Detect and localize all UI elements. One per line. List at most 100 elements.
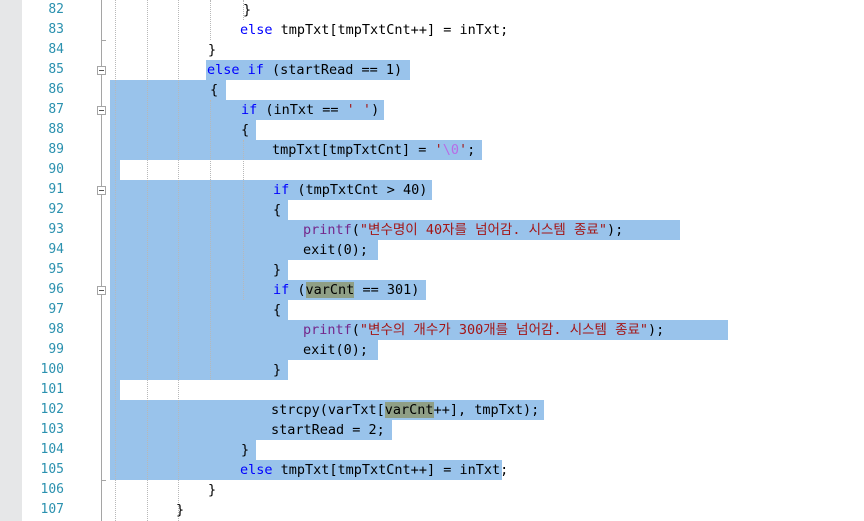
code-token: } [208,482,217,498]
line-number: 86 [48,82,64,97]
indent-guide [147,0,148,521]
code-token: ); [606,222,624,238]
line-number: 106 [40,482,64,497]
keyword-token: else [240,22,273,38]
line-number: 85 [48,62,64,77]
collapse-icon-87[interactable] [97,106,106,115]
line-number: 92 [48,202,64,217]
line-number: 99 [48,342,64,357]
keyword-token: else [240,462,273,478]
code-token: } [273,262,282,278]
code-line[interactable]: if (tmpTxtCnt > 40) [273,180,427,200]
code-line[interactable]: } [273,260,281,280]
keyword-token: if [273,182,290,198]
code-line[interactable]: { [273,200,281,220]
code-line[interactable]: tmpTxt[tmpTxtCnt] = '\0'; [272,140,475,160]
line-number: 95 [48,262,64,277]
code-line[interactable]: startRead = 2; [271,420,385,440]
code-token: exit(0); [303,242,369,258]
code-line[interactable]: { [241,120,249,140]
code-line[interactable]: } [241,440,249,460]
code-token: (tmpTxtCnt > 40) [289,182,428,198]
code-line[interactable]: } [273,360,281,380]
code-token: strcpy(varTxt[ [271,402,385,418]
code-token: } [241,442,250,458]
code-line[interactable]: exit(0); [303,340,368,360]
outline-line [101,195,102,286]
string-token: ' [434,142,443,158]
code-token: ); [648,322,665,338]
code-line[interactable]: { [273,300,281,320]
line-number: 90 [48,162,64,177]
outline-line [101,115,102,186]
code-line[interactable]: exit(0); [303,240,368,260]
outline-end-mark [101,480,106,481]
code-token: } [273,362,282,378]
editor-margin [0,0,22,521]
selection-highlight [110,260,288,280]
keyword-token: if [247,62,264,78]
code-token: ( [351,322,360,338]
selection-highlight [110,120,256,140]
code-token: ; [467,142,476,158]
code-token: tmpTxt[tmpTxtCnt++] = inTxt; [272,22,509,38]
indent-guide [210,0,211,40]
string-token: "변수명이 40자를 넘어감. 시스템 종료" [359,222,607,238]
indent-guide [210,100,211,380]
collapse-icon-85[interactable] [97,66,106,75]
highlighted-reference: varCnt [305,282,355,298]
code-token: (inTxt == [257,102,347,118]
line-number: 96 [48,282,64,297]
code-token: } [176,502,185,518]
line-number: 91 [48,182,64,197]
selection-highlight [110,200,288,220]
line-number: 84 [48,42,64,57]
code-line[interactable]: } [208,480,216,500]
selection-highlight [110,360,288,380]
code-line[interactable]: } [208,40,216,60]
line-number: 107 [40,502,64,517]
keyword-token: if [273,282,290,298]
code-token: ( [289,282,306,298]
code-token: (startRead == 1) [263,62,403,78]
line-number: 98 [48,322,64,337]
code-line[interactable]: else tmpTxt[tmpTxtCnt++] = inTxt; [240,20,508,40]
code-line[interactable]: } [176,500,184,520]
line-number: 83 [48,22,64,37]
code-line[interactable]: { [210,80,218,100]
indent-guide [243,140,244,300]
code-token: startRead = 2; [271,422,385,438]
code-line[interactable]: else tmpTxt[tmpTxtCnt++] = inTxt; [240,460,508,480]
line-number: 100 [40,362,64,377]
code-line[interactable]: strcpy(varTxt[varCnt++], tmpTxt); [271,400,539,420]
line-number: 87 [48,102,64,117]
code-line[interactable]: else if (startRead == 1) [207,60,402,80]
selection-highlight [110,440,256,460]
indent-guide [178,0,179,521]
string-token: ' ' [346,102,372,118]
string-token: "변수의 개수가 300개를 넘어감. 시스템 종료" [359,322,649,338]
code-token: { [210,82,219,98]
keyword-token: else [207,62,240,78]
line-number: 103 [40,422,64,437]
function-token: printf [303,222,352,238]
code-token: == 301) [354,282,420,298]
selection-highlight [110,300,288,320]
code-line[interactable]: if (inTxt == ' ') [241,100,379,120]
code-line[interactable]: printf("변수의 개수가 300개를 넘어감. 시스템 종료"); [303,320,664,340]
code-token: } [243,2,252,18]
line-number: 93 [48,222,64,237]
code-line[interactable]: } [243,0,251,20]
line-number: 97 [48,302,64,317]
code-line[interactable]: if (varCnt == 301) [273,280,419,300]
collapse-icon-96[interactable] [97,286,106,295]
outline-line [101,75,102,106]
outline-line [101,0,102,66]
code-token: ++], tmpTxt); [433,402,540,418]
code-line[interactable]: printf("변수명이 40자를 넘어감. 시스템 종료"); [303,220,623,240]
line-number: 101 [40,382,64,397]
collapse-icon-91[interactable] [97,186,106,195]
code-token: ( [351,222,360,238]
highlighted-reference: varCnt [384,402,434,418]
